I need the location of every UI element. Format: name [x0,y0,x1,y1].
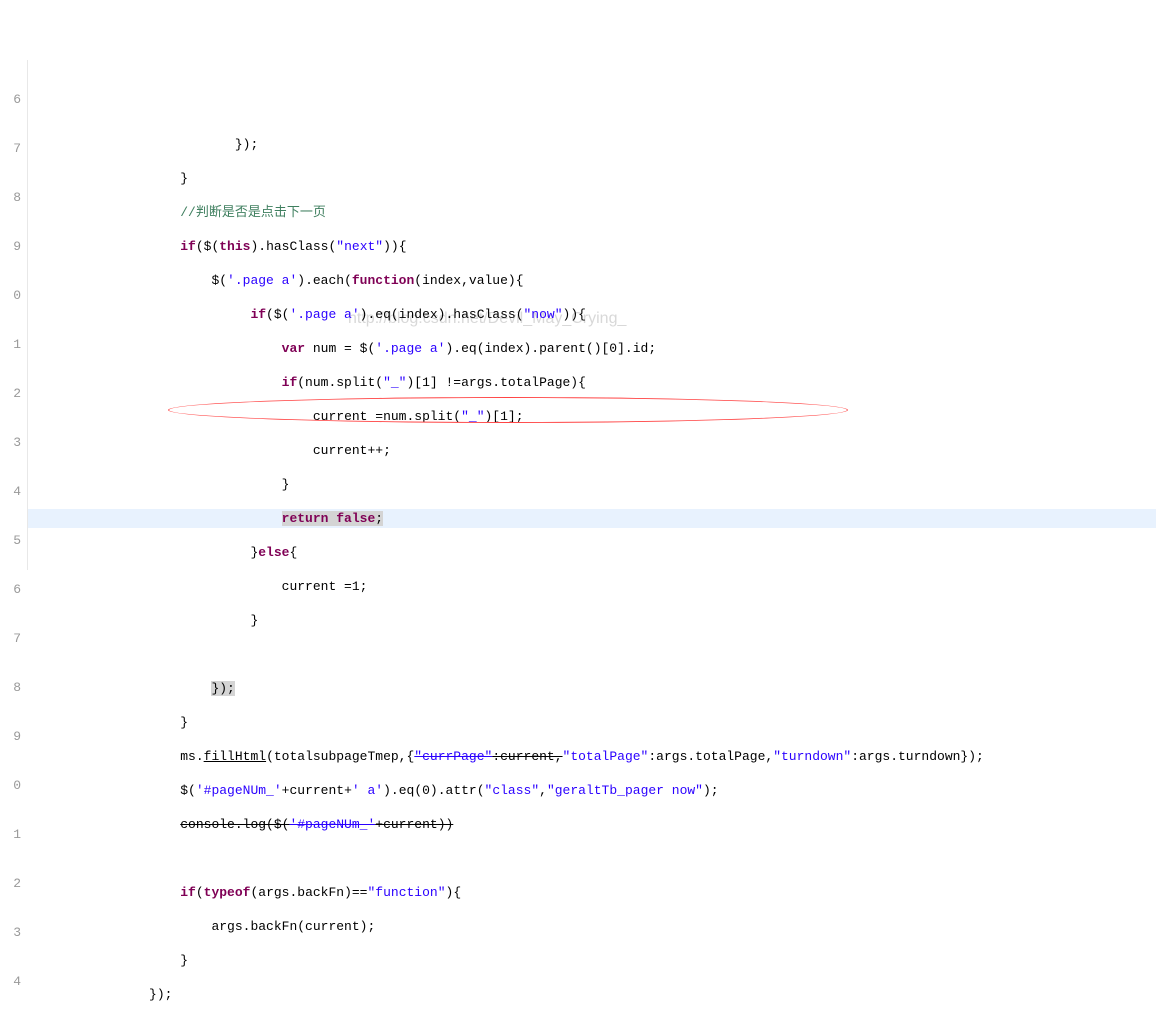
code-area[interactable]: http://blog.csdn.net/Devil_May_Crying_ }… [28,60,1156,570]
line-number: 4 [0,972,21,991]
code-line[interactable]: current =num.split("_")[1]; [28,407,1156,426]
line-number-gutter: 6 7 8 9 0 1 2 3 4 5 6 7 8 9 0 1 2 3 4 5 … [0,60,28,570]
line-number: 3 [0,433,21,452]
code-content[interactable]: }); } //判断是否是点击下一页 if($(this).hasClass("… [28,120,1156,1020]
line-number: 3 [0,923,21,942]
code-line[interactable] [28,645,1156,664]
code-line[interactable]: if(num.split("_")[1] !=args.totalPage){ [28,373,1156,392]
line-number: 0 [0,776,21,795]
code-line[interactable]: } [28,611,1156,630]
line-number: 7 [0,629,21,648]
code-line[interactable]: current++; [28,441,1156,460]
line-number: 8 [0,188,21,207]
code-line[interactable]: var num = $('.page a').eq(index).parent(… [28,339,1156,358]
line-number: 9 [0,237,21,256]
code-line[interactable]: $('.page a').each(function(index,value){ [28,271,1156,290]
code-line[interactable]: if($('.page a').eq(index).hasClass("now"… [28,305,1156,324]
code-line[interactable]: $('#pageNUm_'+current+' a').eq(0).attr("… [28,781,1156,800]
code-editor[interactable]: 6 7 8 9 0 1 2 3 4 5 6 7 8 9 0 1 2 3 4 5 … [0,60,1156,570]
code-line[interactable]: current =1; [28,577,1156,596]
line-number: 4 [0,482,21,501]
line-number: 1 [0,335,21,354]
code-line[interactable]: }); [28,985,1156,1004]
code-line[interactable]: }); [28,679,1156,698]
line-number: 5 [0,531,21,550]
code-line[interactable]: }else{ [28,543,1156,562]
code-line[interactable]: } [28,951,1156,970]
code-line[interactable]: } [28,713,1156,732]
line-number: 6 [0,90,21,109]
code-line[interactable]: })(); [28,1019,1156,1020]
code-line[interactable]: args.backFn(current); [28,917,1156,936]
line-number: 8 [0,678,21,697]
line-number: 7 [0,139,21,158]
code-line-highlighted[interactable]: return false; [28,509,1156,528]
code-line[interactable]: if($(this).hasClass("next")){ [28,237,1156,256]
line-number: 2 [0,874,21,893]
line-number: 0 [0,286,21,305]
code-line[interactable]: //判断是否是点击下一页 [28,203,1156,222]
code-line[interactable] [28,849,1156,868]
line-number: 9 [0,727,21,746]
code-line[interactable]: } [28,169,1156,188]
code-line[interactable]: console.log($('#pageNUm_'+current)) [28,815,1156,834]
code-line[interactable]: } [28,475,1156,494]
line-number: 2 [0,384,21,403]
line-number: 1 [0,825,21,844]
code-line[interactable]: }); [28,135,1156,154]
code-line[interactable]: ms.fillHtml(totalsubpageTmep,{"currPage"… [28,747,1156,766]
line-number: 6 [0,580,21,599]
code-line[interactable]: if(typeof(args.backFn)=="function"){ [28,883,1156,902]
